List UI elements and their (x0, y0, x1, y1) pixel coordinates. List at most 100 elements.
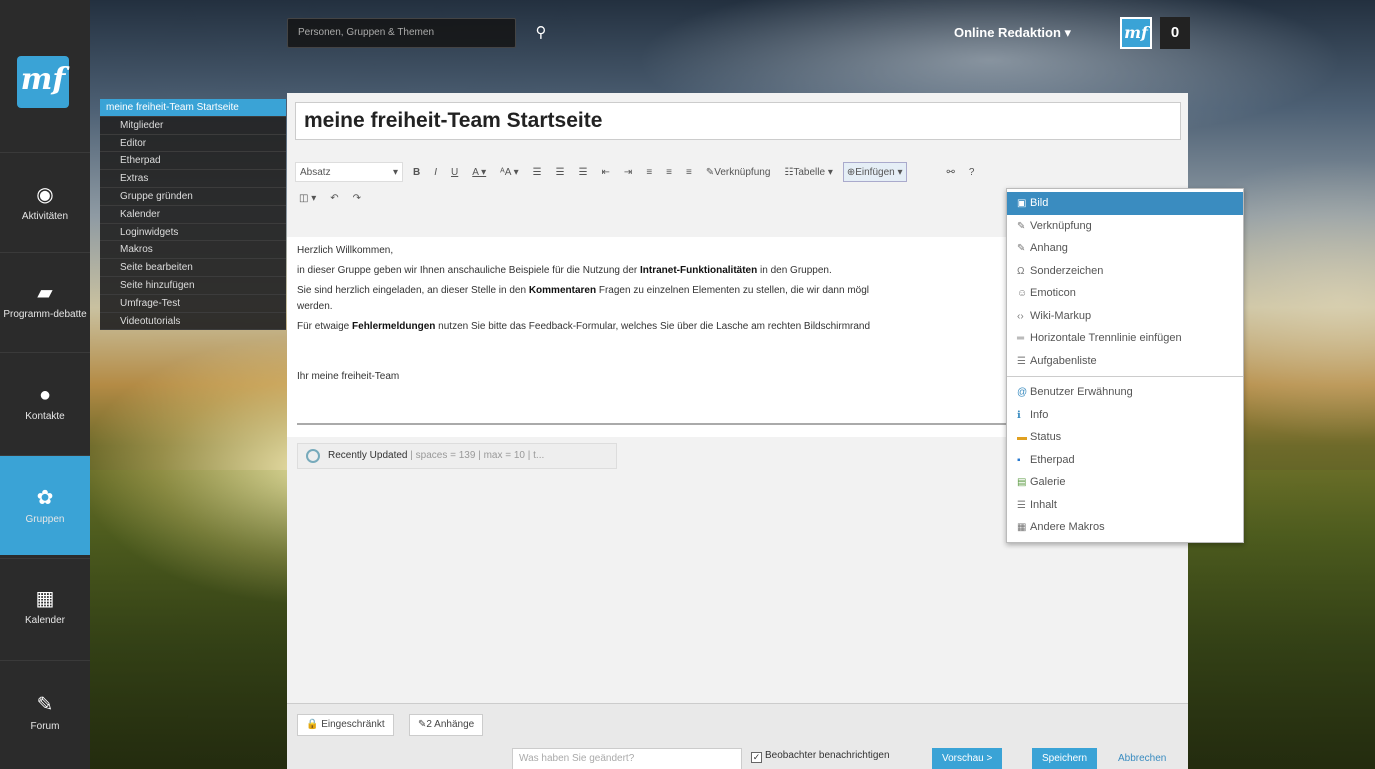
submenu-item-edit-page[interactable]: Seite bearbeiten (100, 259, 286, 277)
layout-icon[interactable]: ◫ ▾ (295, 188, 320, 208)
align-left-icon[interactable]: ≡ (642, 162, 656, 182)
paragraph-format-select[interactable]: Absatz ▾ (295, 162, 403, 182)
menu-item-task-list[interactable]: ☰ Aufgabenliste (1007, 350, 1243, 373)
search-icon[interactable]: ⚲ (528, 18, 554, 48)
nav-item-groups[interactable]: ✿ Gruppen (0, 455, 90, 555)
toolbar-row-2: ◫ ▾ ↶ ↷ (295, 187, 371, 209)
help-button[interactable]: ? (965, 162, 979, 182)
menu-item-contents[interactable]: ☰ Inhalt (1007, 494, 1243, 517)
bullet-list-icon[interactable]: ☰ (529, 162, 546, 182)
menu-label: Status (1030, 431, 1062, 443)
menu-item-attachment[interactable]: ✎ Anhang (1007, 237, 1243, 260)
submenu-item-add-page[interactable]: Seite hinzufügen (100, 277, 286, 295)
nav-item-program-debate[interactable]: ▰ Programm-debatte (0, 252, 90, 352)
bold-text: Fehlermeldungen (352, 321, 436, 332)
link-button[interactable]: ✎Verknüpfung (702, 162, 775, 182)
insert-button[interactable]: ⊕Einfügen ▾ (842, 162, 907, 182)
menu-item-special-chars[interactable]: Ω Sonderzeichen (1007, 260, 1243, 283)
recently-updated-macro[interactable]: Recently Updated | spaces = 139 | max = … (297, 443, 617, 469)
menu-label: Andere Makros (1030, 521, 1105, 533)
bold-icon[interactable]: B (409, 162, 424, 182)
nav-item-calendar[interactable]: ▦ Kalender (0, 558, 90, 658)
submenu-item-survey-test[interactable]: Umfrage-Test (100, 295, 286, 313)
page-title-input[interactable]: meine freiheit-Team Startseite (295, 102, 1181, 140)
menu-label: Horizontale Trennlinie einfügen (1030, 332, 1182, 344)
save-button[interactable]: Speichern (1032, 748, 1098, 769)
restriction-button[interactable]: 🔒 Eingeschränkt (297, 714, 394, 736)
menu-item-image[interactable]: ▣ Bild (1007, 192, 1243, 215)
preview-button[interactable]: Vorschau > (932, 748, 1003, 769)
nav-item-activities[interactable]: ◉ Aktivitäten (0, 152, 90, 252)
font-size-icon[interactable]: ᴬA ▾ (496, 162, 522, 182)
logo[interactable]: mf (17, 56, 69, 108)
bold-text: Kommentaren (528, 285, 597, 296)
submenu-item-calendar[interactable]: Kalender (100, 206, 286, 224)
menu-item-etherpad[interactable]: ▪ Etherpad (1007, 449, 1243, 472)
omega-icon: Ω (1017, 265, 1025, 277)
redo-icon[interactable]: ↷ (349, 188, 365, 208)
indent-icon[interactable]: ⇥ (620, 162, 636, 182)
find-icon[interactable]: ⚯ (943, 162, 959, 182)
avatar[interactable]: mf (1120, 17, 1152, 49)
menu-label: Etherpad (1030, 453, 1075, 466)
undo-icon[interactable]: ↶ (326, 188, 342, 208)
menu-label: Verknüpfung (1030, 219, 1092, 232)
menu-item-other-macros[interactable]: ▦ Andere Makros (1007, 516, 1243, 539)
numbered-list-icon[interactable]: ☰ (552, 162, 569, 182)
info-icon: ℹ (1017, 409, 1021, 421)
insert-dropdown-menu: ▣ Bild ✎ Verknüpfung ✎ Anhang Ω Sonderzeiche… (1006, 188, 1244, 543)
watch-label: Beobachter benachrichtigen (765, 750, 890, 761)
menu-label: Galerie (1030, 476, 1066, 488)
nav-label: Kontakte (25, 411, 65, 422)
align-center-icon[interactable]: ≡ (662, 162, 676, 182)
submenu-item-extras[interactable]: Extras (100, 170, 286, 188)
submenu-item-create-group[interactable]: Gruppe gründen (100, 188, 286, 206)
menu-item-horizontal-rule[interactable]: ═ Horizontale Trennlinie einfügen (1007, 327, 1243, 350)
submenu-item-macros[interactable]: Makros (100, 241, 286, 260)
menu-label: Benutzer Erwähnung (1030, 386, 1133, 398)
submenu-item-loginwidgets[interactable]: Loginwidgets (100, 224, 286, 242)
macros-icon: ▦ (1017, 522, 1027, 533)
italic-icon[interactable]: I (430, 162, 441, 182)
menu-label: Bild (1030, 197, 1049, 209)
menu-item-status[interactable]: ▬ Status (1007, 426, 1243, 449)
text: in den Gruppen. (757, 265, 832, 276)
notification-count[interactable]: 0 (1160, 17, 1190, 49)
menu-label: Aufgabenliste (1030, 354, 1097, 367)
cancel-button[interactable]: Abbrechen (1118, 748, 1166, 769)
group-submenu: meine freiheit-Team Startseite Mitgliede… (100, 99, 286, 331)
nav-item-contacts[interactable]: ● Kontakte (0, 352, 90, 452)
clock-icon (306, 449, 320, 463)
submenu-item-editor[interactable]: Editor (100, 135, 286, 153)
submenu-item-etherpad[interactable]: Etherpad (100, 152, 286, 171)
submenu-item-members[interactable]: Mitglieder (100, 117, 286, 135)
menu-label: Wiki-Markup (1030, 309, 1092, 322)
mention-icon: @ (1017, 387, 1028, 398)
text-color-icon[interactable]: A ▾ (468, 162, 490, 182)
submenu-item-video-tutorials[interactable]: Videotutorials (100, 313, 286, 331)
menu-item-user-mention[interactable]: @ Benutzer Erwähnung (1007, 381, 1243, 404)
format-label: Absatz (300, 167, 331, 178)
toolbar-row-1: Absatz ▾ B I U A ▾ ᴬA ▾ ☰ ☰ ☰ ⇤ ⇥ ≡ ≡ ≡ ✎… (295, 161, 984, 183)
tasklist-icon: ☰ (1017, 355, 1026, 367)
user-menu[interactable]: Online Redaktion ▾ (954, 22, 1071, 44)
nav-item-forum[interactable]: ✎ Forum (0, 660, 90, 760)
task-list-icon[interactable]: ☰ (575, 162, 592, 182)
attachments-button[interactable]: ✎2 Anhänge (409, 714, 484, 736)
align-right-icon[interactable]: ≡ (682, 162, 696, 182)
search-input[interactable]: Personen, Gruppen & Themen (287, 18, 516, 48)
nav-label: Kalender (24, 615, 66, 626)
chevron-down-icon: ▾ (392, 167, 398, 178)
text: Sie sind herzlich eingeladen, an dieser … (297, 285, 529, 296)
change-comment-input[interactable]: Was haben Sie geändert? (512, 748, 742, 769)
underline-icon[interactable]: U (447, 162, 462, 182)
menu-item-info[interactable]: ℹ Info (1007, 404, 1243, 427)
outdent-icon[interactable]: ⇤ (598, 162, 614, 182)
menu-item-wiki-markup[interactable]: ‹› Wiki-Markup (1007, 305, 1243, 328)
menu-item-link[interactable]: ✎ Verknüpfung (1007, 215, 1243, 238)
menu-item-emoticon[interactable]: ☺ Emoticon (1007, 282, 1243, 305)
submenu-item-startpage[interactable]: meine freiheit-Team Startseite (100, 99, 286, 117)
table-button[interactable]: ☷Tabelle ▾ (780, 162, 836, 182)
menu-item-gallery[interactable]: ▤ Galerie (1007, 471, 1243, 494)
notify-watchers-checkbox[interactable]: ✓ Beobachter benachrichtigen (751, 750, 890, 763)
